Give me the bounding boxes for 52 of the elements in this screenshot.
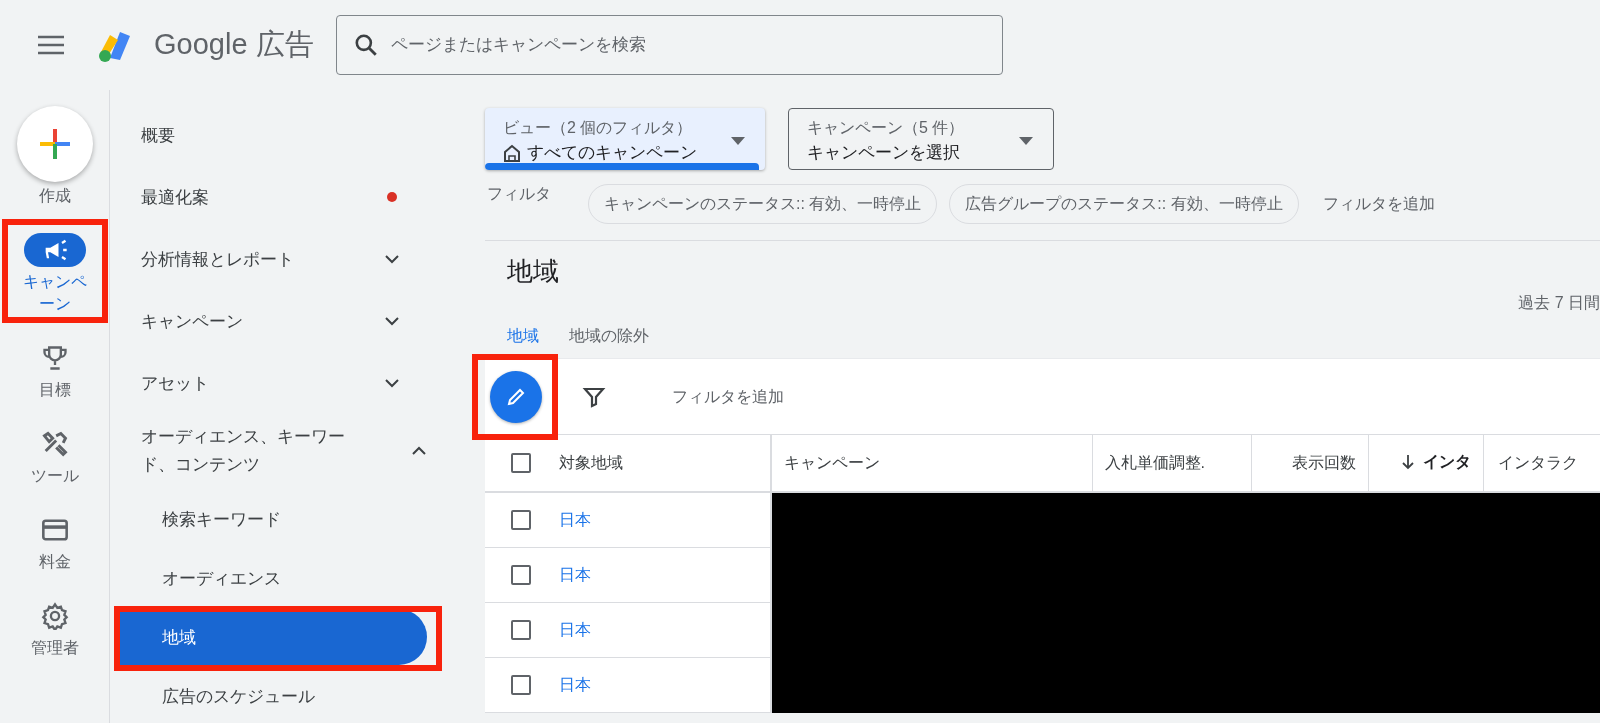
rail-nav-item[interactable]: 目標 xyxy=(12,341,97,401)
nav-subitem[interactable]: 検索キーワード xyxy=(117,491,427,547)
filter-input[interactable]: フィルタを追加 xyxy=(670,386,974,407)
campaign-dropdown[interactable]: キャンペーン（5 件） キャンペーンを選択 xyxy=(788,108,1054,170)
view-dropdown[interactable]: ビュー（2 個のフィルタ） すべてのキャンペーン xyxy=(485,108,765,170)
nav-subitem[interactable]: オーディエンス xyxy=(117,550,427,606)
menu-icon xyxy=(38,35,64,55)
create-label: 作成 xyxy=(38,186,71,206)
rail-nav-item[interactable]: ツール xyxy=(12,427,97,487)
tab[interactable]: 地域 xyxy=(507,322,539,350)
rail-nav-item[interactable]: 管理者 xyxy=(12,599,97,659)
nav-item[interactable]: 概要 xyxy=(110,104,450,166)
search-input[interactable]: ページまたはキャンペーンを検索 xyxy=(388,34,973,56)
rail-nav-item[interactable]: キャンペーン xyxy=(12,233,97,315)
create-button[interactable] xyxy=(16,106,93,182)
edit-button[interactable] xyxy=(490,370,542,423)
nav-subitem[interactable]: 地域 xyxy=(117,609,427,665)
checkbox[interactable] xyxy=(511,565,531,585)
filter-chip[interactable]: キャンペーンのステータス:: 有効、一時停止 xyxy=(588,184,938,224)
location-link[interactable]: 日本 xyxy=(559,674,591,696)
filter-chip[interactable]: 広告グループのステータス:: 有効、一時停止 xyxy=(949,184,1299,224)
rail-nav-item[interactable]: 料金 xyxy=(12,513,97,573)
caret-icon xyxy=(1019,137,1033,145)
card-icon xyxy=(40,516,69,544)
nav-item[interactable]: キャンペーン xyxy=(110,290,450,352)
nav-item[interactable]: アセット xyxy=(110,352,450,414)
nav-item[interactable]: オーディエンス、キーワード、コンテンツ xyxy=(110,414,450,488)
date-range: 過去 7 日間 xyxy=(1518,293,1600,313)
checkbox[interactable] xyxy=(511,510,531,530)
checkbox[interactable] xyxy=(511,620,531,640)
arrow-down-icon xyxy=(1400,454,1415,471)
plus-icon xyxy=(37,127,72,161)
tab[interactable]: 地域の除外 xyxy=(569,322,649,350)
checkbox[interactable] xyxy=(511,453,531,473)
location-link[interactable]: 日本 xyxy=(559,619,591,641)
page-title: 地域 xyxy=(507,255,560,287)
location-link[interactable]: 日本 xyxy=(559,564,591,586)
caret-icon xyxy=(731,137,745,145)
home-icon xyxy=(503,143,521,162)
filter-label: フィルタ xyxy=(487,184,552,204)
nav-item[interactable]: 分析情報とレポート xyxy=(110,228,450,290)
location-link[interactable]: 日本 xyxy=(559,509,591,531)
column-header[interactable]: 対象地域 xyxy=(559,452,623,474)
nav-subitem[interactable]: 広告のスケジュール xyxy=(117,668,427,723)
gear-icon xyxy=(40,602,69,630)
search-field[interactable]: ページまたはキャンペーンを検索 xyxy=(335,15,1003,75)
checkbox[interactable] xyxy=(511,675,531,695)
tools-icon xyxy=(40,430,69,458)
add-filter-link[interactable]: フィルタを追加 xyxy=(1316,192,1441,216)
app-title: Google 広告 xyxy=(154,27,314,62)
trophy-icon xyxy=(40,344,69,372)
nav-item[interactable]: 最適化案 xyxy=(110,166,450,228)
